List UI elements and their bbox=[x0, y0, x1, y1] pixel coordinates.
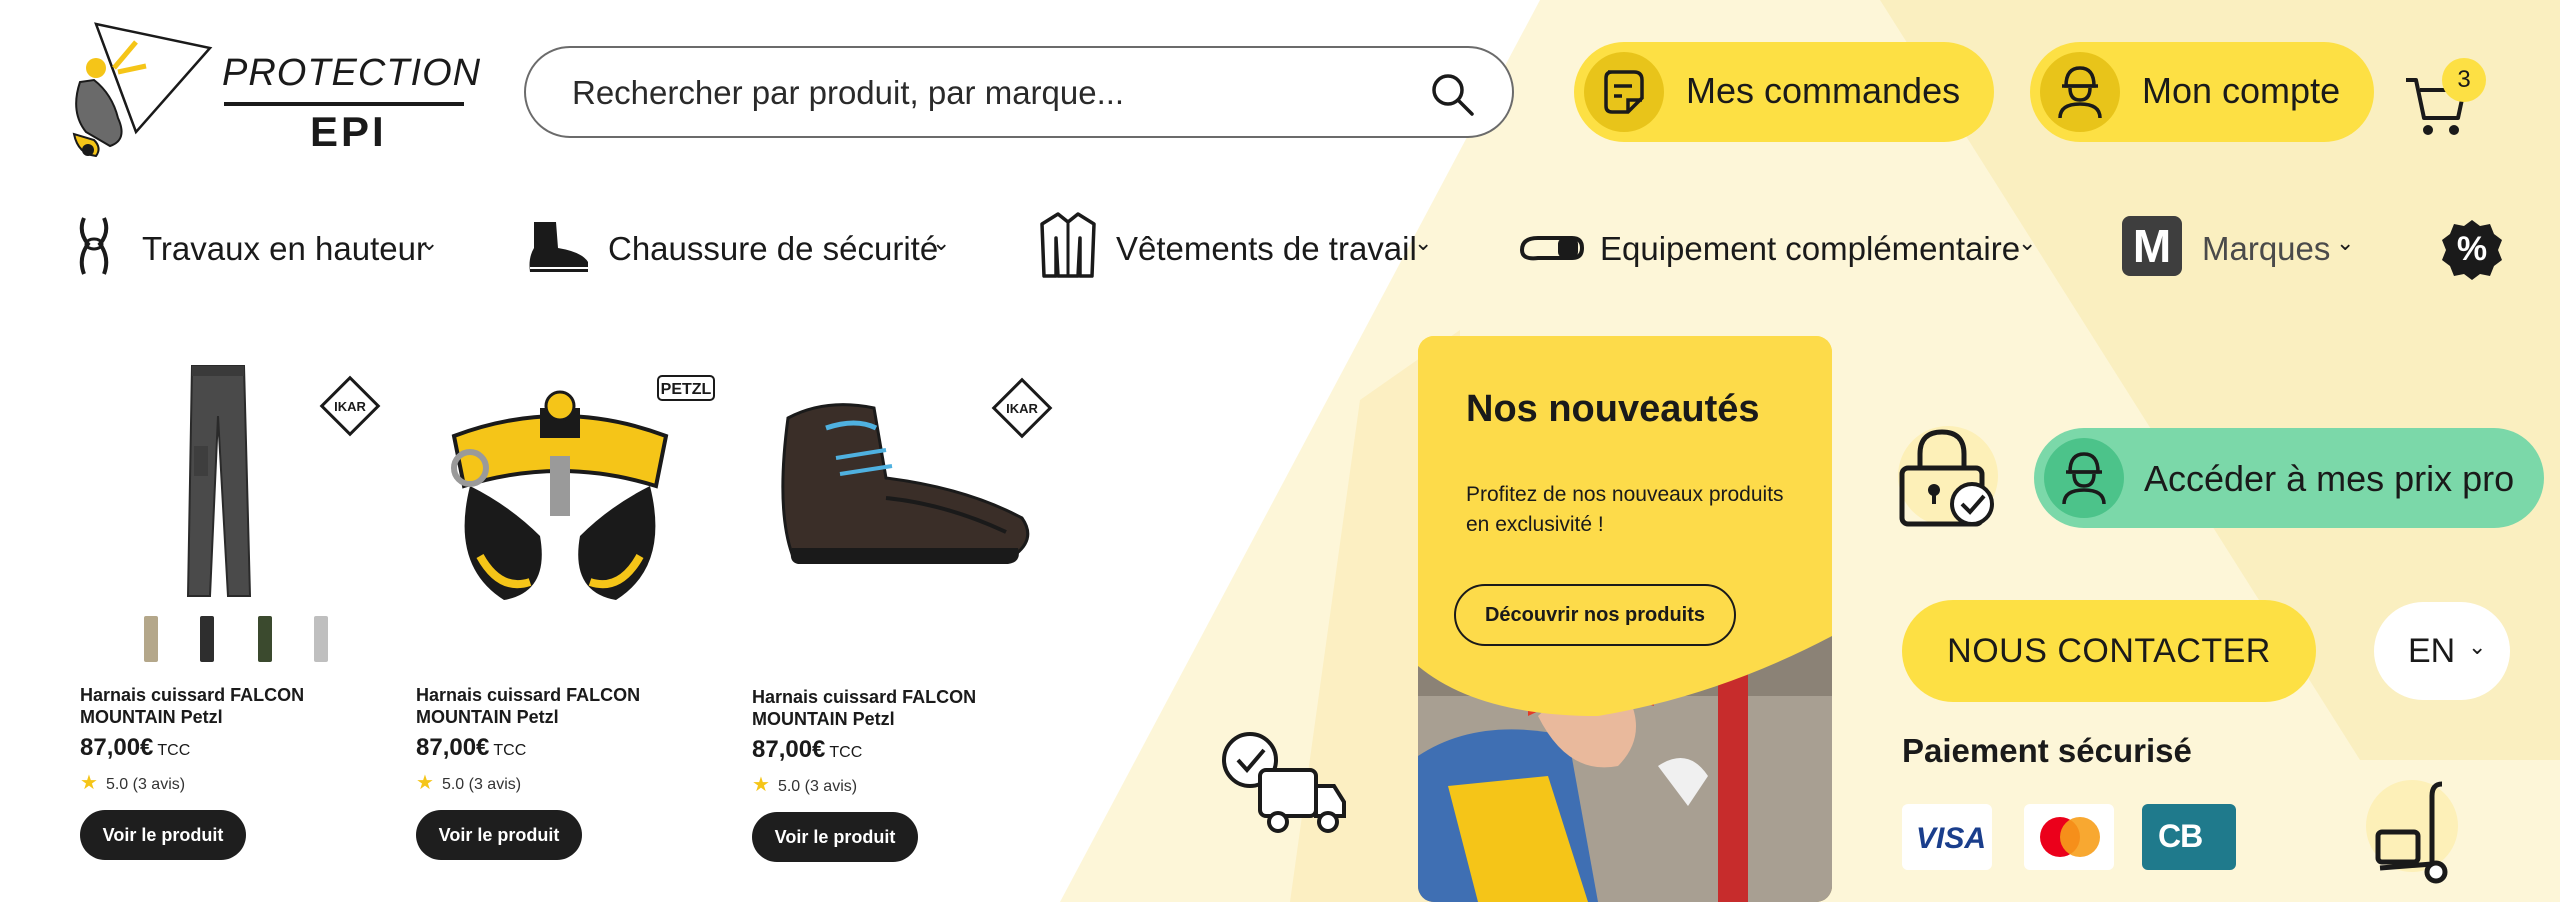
lock-check-icon bbox=[1898, 426, 1998, 527]
visa-logo: VISA bbox=[1902, 804, 1992, 870]
product-name[interactable]: Harnais cuissard FALCON MOUNTAIN Petzl bbox=[752, 686, 1052, 730]
delivery-truck-icon bbox=[1222, 732, 1346, 833]
language-label: EN bbox=[2408, 632, 2456, 670]
account-icon-bg bbox=[2040, 52, 2120, 132]
logo-text-protection: PROTECTION bbox=[222, 52, 482, 94]
pro-prices-button[interactable]: Accéder à mes prix pro bbox=[2034, 428, 2544, 528]
document-icon bbox=[1604, 70, 1644, 114]
climber-logo-icon bbox=[72, 22, 213, 158]
worker-helmet-icon bbox=[2062, 452, 2106, 505]
product-price: 87,00€ TCC bbox=[752, 736, 863, 763]
worker-helmet-icon bbox=[2058, 66, 2102, 119]
harness-icon bbox=[79, 217, 109, 275]
cb-logo: CB bbox=[2142, 804, 2236, 870]
new-products-title: Nos nouveautés bbox=[1466, 388, 1760, 430]
headlamp-icon bbox=[1519, 236, 1584, 261]
chevron-down-icon: ⌄ bbox=[2468, 634, 2487, 659]
chevron-down-icon: ⌄ bbox=[2018, 230, 2037, 255]
brand-m-icon: M bbox=[2122, 216, 2182, 276]
product-rating: ★ 5.0 (3 avis) bbox=[80, 772, 186, 794]
nav-label: Equipement complémentaire bbox=[1600, 230, 2021, 267]
nav-label: Vêtements de travail bbox=[1116, 230, 1417, 267]
svg-text:PETZL: PETZL bbox=[661, 381, 712, 398]
product-rating: ★ 5.0 (3 avis) bbox=[416, 772, 522, 794]
promo-button[interactable]: % bbox=[2440, 218, 2504, 282]
percent-glyph: % bbox=[2456, 230, 2488, 268]
product-price: 87,00€ TCC bbox=[416, 734, 527, 761]
product-image-harness[interactable]: PETZL bbox=[400, 356, 720, 666]
nav-marques[interactable]: M Marques ⌄ bbox=[2122, 210, 2362, 284]
product-card: IKAR Harnais cuissard FALCON MOUNTAIN Pe… bbox=[64, 356, 384, 876]
svg-text:IKAR: IKAR bbox=[334, 399, 366, 414]
nav-label: Travaux en hauteur bbox=[142, 230, 427, 267]
chevron-down-icon: ⌄ bbox=[420, 230, 439, 255]
search-input[interactable]: Rechercher par produit, par marque... bbox=[572, 74, 1124, 112]
new-products-card: Nos nouveautés Profitez de nos nouveaux … bbox=[1418, 336, 1832, 902]
my-orders-button[interactable]: Mes commandes bbox=[1574, 42, 1994, 142]
star-icon: ★ bbox=[752, 774, 770, 796]
chevron-down-icon: ⌄ bbox=[932, 230, 951, 255]
nav-travaux-en-hauteur[interactable]: Travaux en hauteur ⌄ bbox=[76, 210, 446, 284]
product-card: IKAR Harnais cuissard FALCON MOUNTAIN Pe… bbox=[736, 358, 1056, 878]
orders-label: Mes commandes bbox=[1686, 70, 1961, 111]
chevron-down-icon: ⌄ bbox=[2336, 230, 2355, 255]
product-rating: ★ 5.0 (3 avis) bbox=[752, 774, 858, 796]
product-image-shoe[interactable]: IKAR bbox=[736, 358, 1056, 668]
logo-divider bbox=[224, 102, 464, 106]
chevron-down-icon: ⌄ bbox=[1414, 230, 1433, 255]
product-image-pants[interactable]: IKAR bbox=[64, 356, 384, 666]
nav-equipement-complementaire[interactable]: Equipement complémentaire ⌄ bbox=[1518, 210, 2038, 284]
product-card: PETZL Harnais cuissard FALCON MOUNTAIN P… bbox=[400, 356, 720, 876]
svg-text:IKAR: IKAR bbox=[1006, 401, 1038, 416]
pro-icon-bg bbox=[2044, 438, 2124, 518]
cart-button[interactable]: 3 bbox=[2402, 58, 2492, 138]
pro-prices-label: Accéder à mes prix pro bbox=[2144, 458, 2515, 499]
account-label: Mon compte bbox=[2142, 70, 2341, 111]
product-name[interactable]: Harnais cuissard FALCON MOUNTAIN Petzl bbox=[80, 684, 380, 728]
secure-payment-title: Paiement sécurisé bbox=[1902, 732, 2192, 769]
mastercard-logo bbox=[2024, 804, 2114, 870]
logo-text-epi: EPI bbox=[310, 108, 387, 155]
contact-button[interactable]: NOUS CONTACTER bbox=[1902, 600, 2316, 702]
nav-label: Chaussure de sécurité bbox=[608, 230, 939, 267]
view-product-button[interactable]: Voir le produit bbox=[80, 810, 246, 860]
view-product-button[interactable]: Voir le produit bbox=[416, 810, 582, 860]
search-icon[interactable] bbox=[1428, 70, 1476, 118]
star-icon: ★ bbox=[80, 772, 98, 794]
discover-products-button[interactable]: Découvrir nos produits bbox=[1454, 584, 1736, 646]
site-logo[interactable]: PROTECTION EPI bbox=[66, 22, 480, 162]
language-selector[interactable]: EN ⌄ bbox=[2374, 602, 2510, 700]
nav-vetements-de-travail[interactable]: Vêtements de travail ⌄ bbox=[1040, 210, 1440, 284]
view-product-button[interactable]: Voir le produit bbox=[752, 812, 918, 862]
cart-count-badge: 3 bbox=[2442, 58, 2486, 102]
product-price: 87,00€ TCC bbox=[80, 734, 191, 761]
jacket-icon bbox=[1040, 212, 1096, 278]
nav-chaussure-de-securite[interactable]: Chaussure de sécurité ⌄ bbox=[524, 210, 954, 284]
new-products-description: Profitez de nos nouveaux produits en exc… bbox=[1466, 483, 1784, 536]
hand-truck-icon bbox=[2366, 780, 2458, 884]
search-bar[interactable]: Rechercher par produit, par marque... bbox=[524, 46, 1514, 138]
star-icon: ★ bbox=[416, 772, 434, 794]
my-account-button[interactable]: Mon compte bbox=[2030, 42, 2374, 142]
boot-icon bbox=[529, 222, 588, 272]
nav-label: Marques bbox=[2202, 230, 2331, 267]
orders-icon-bg bbox=[1584, 52, 1664, 132]
product-name[interactable]: Harnais cuissard FALCON MOUNTAIN Petzl bbox=[416, 684, 716, 728]
